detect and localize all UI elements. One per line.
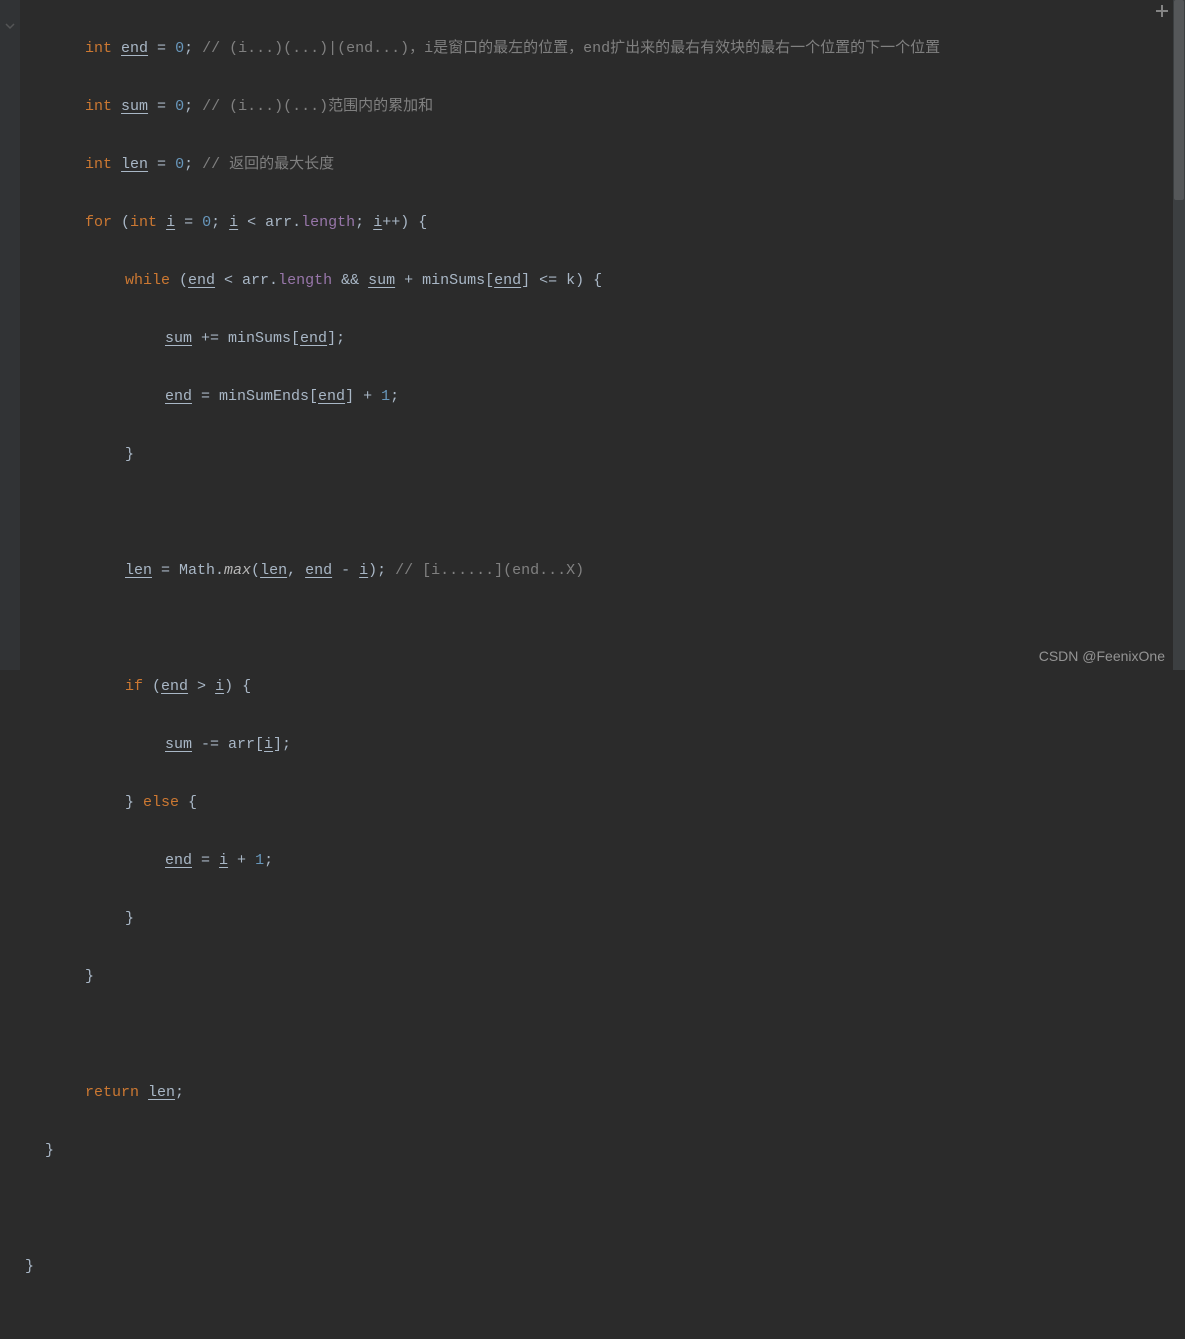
scroll-thumb[interactable]: [1174, 0, 1184, 200]
literal-zero: 0: [175, 40, 184, 57]
keyword-for: for: [85, 214, 112, 231]
gutter: [0, 0, 20, 670]
comment: // (i...)(...)范围内的累加和: [202, 98, 433, 115]
gutter-fold-icon[interactable]: [4, 18, 16, 34]
var-i: i: [166, 214, 175, 231]
comment: // 返回的最大长度: [202, 156, 334, 173]
keyword-return: return: [85, 1084, 139, 1101]
scrollbar[interactable]: [1173, 0, 1185, 670]
keyword-while: while: [125, 272, 170, 289]
var-end: end: [121, 40, 148, 57]
method-max: max: [224, 562, 251, 579]
var-sum: sum: [121, 98, 148, 115]
comment: // [i......](end...X): [395, 562, 584, 579]
field-length: length: [301, 214, 355, 231]
var-len: len: [121, 156, 148, 173]
keyword-if: if: [125, 678, 143, 695]
settings-icon[interactable]: [1155, 4, 1169, 18]
comment: // (i...)(...)|(end...)，i是窗口的最左的位置，end扩出…: [202, 40, 940, 57]
keyword-else: else: [143, 794, 179, 811]
code-area[interactable]: int end = 0; // (i...)(...)|(end...)，i是窗…: [20, 0, 1185, 670]
editor-container: int end = 0; // (i...)(...)|(end...)，i是窗…: [0, 0, 1185, 670]
keyword-int: int: [85, 40, 112, 57]
watermark: CSDN @FeenixOne: [1039, 648, 1165, 664]
